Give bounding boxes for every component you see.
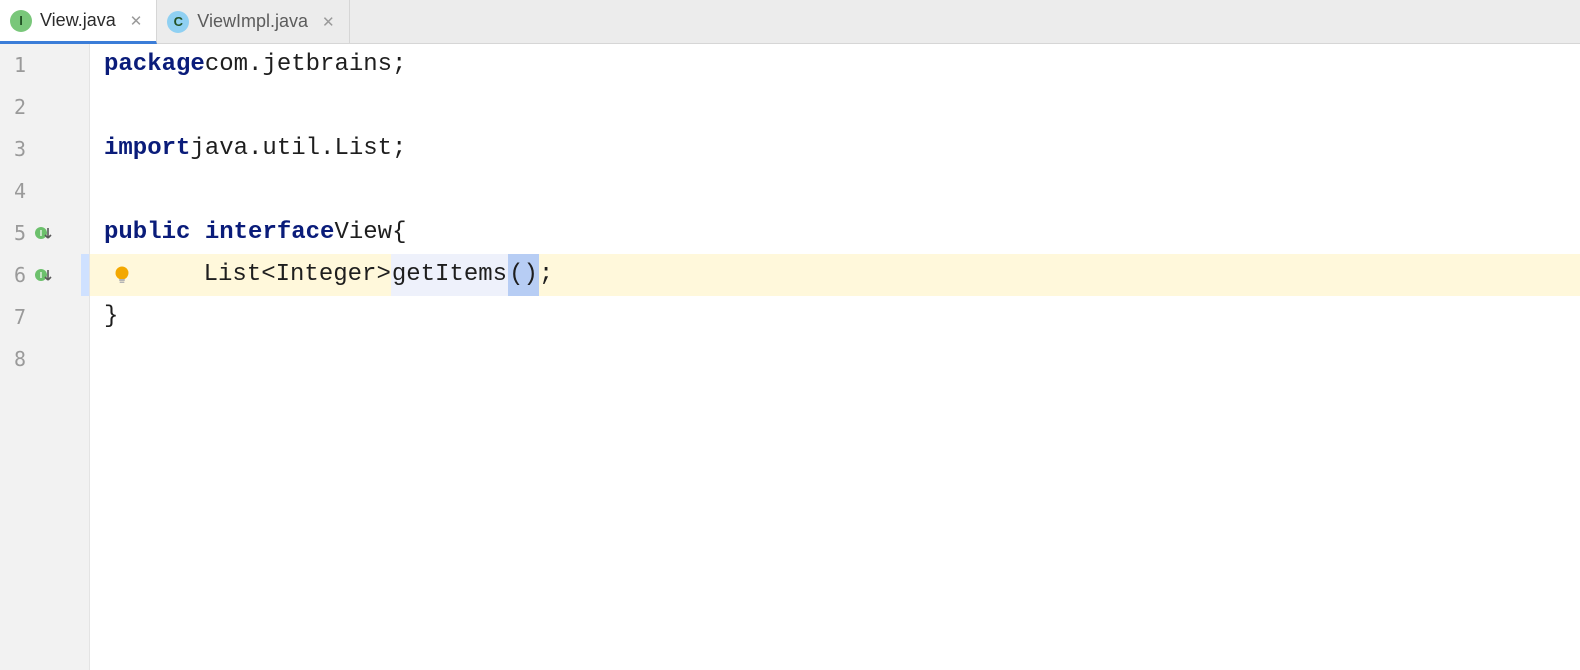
gutter-row[interactable]: 4 [0,170,89,212]
gutter[interactable]: 1 2 3 4 5 I 6 I [0,44,90,670]
code-line[interactable] [104,170,1580,212]
gutter-row[interactable]: 2 [0,86,89,128]
gutter-row[interactable]: 3 [0,128,89,170]
gutter-row[interactable]: 5 I [0,212,89,254]
tab-viewimpl-java[interactable]: C ViewImpl.java ✕ [157,0,349,43]
code-editor[interactable]: 1 2 3 4 5 I 6 I [0,44,1580,670]
gutter-row[interactable]: 6 I [0,254,89,296]
lightbulb-icon[interactable] [110,265,134,285]
code-token: java.util.List; [190,128,406,170]
line-number: 5 [4,212,26,254]
gutter-row[interactable]: 7 [0,296,89,338]
brace: } [104,296,118,338]
line-number: 7 [4,296,26,338]
class-icon: C [167,11,189,33]
line-number: 8 [4,338,26,380]
semicolon: ; [539,254,553,296]
code-line[interactable]: } [104,296,1580,338]
close-icon[interactable]: ✕ [316,13,335,31]
line-number: 3 [4,128,26,170]
brace: { [392,212,406,254]
implemented-icon[interactable]: I [34,265,54,285]
gutter-row[interactable]: 1 [0,44,89,86]
type-name: View [334,212,392,254]
selection[interactable]: () [508,254,539,296]
line-number: 4 [4,170,26,212]
code-line[interactable]: import java.util.List; [104,128,1580,170]
line-number: 6 [4,254,26,296]
svg-text:I: I [40,229,42,238]
keyword: import [104,128,190,170]
method-name: getItems [391,254,508,296]
code-line[interactable] [104,86,1580,128]
gutter-row[interactable]: 8 [0,338,89,380]
code-line[interactable] [104,338,1580,380]
code-line-current[interactable]: List<Integer> getItems(); [90,254,1580,296]
code-line[interactable]: public interface View { [104,212,1580,254]
indent [146,254,204,296]
line-number: 1 [4,44,26,86]
code-line[interactable]: package com.jetbrains; [104,44,1580,86]
implemented-icon[interactable]: I [34,223,54,243]
line-number: 2 [4,86,26,128]
interface-icon: I [10,10,32,32]
code-area[interactable]: package com.jetbrains; import java.util.… [90,44,1580,670]
tab-view-java[interactable]: I View.java ✕ [0,0,157,44]
code-token: com.jetbrains; [205,44,407,86]
keyword: package [104,44,205,86]
keyword: interface [205,212,335,254]
return-type: List<Integer> [204,254,391,296]
svg-text:I: I [40,271,42,280]
tab-label: View.java [40,10,116,31]
tab-label: ViewImpl.java [197,11,308,32]
close-icon[interactable]: ✕ [124,12,143,30]
tab-bar: I View.java ✕ C ViewImpl.java ✕ [0,0,1580,44]
keyword: public [104,212,190,254]
